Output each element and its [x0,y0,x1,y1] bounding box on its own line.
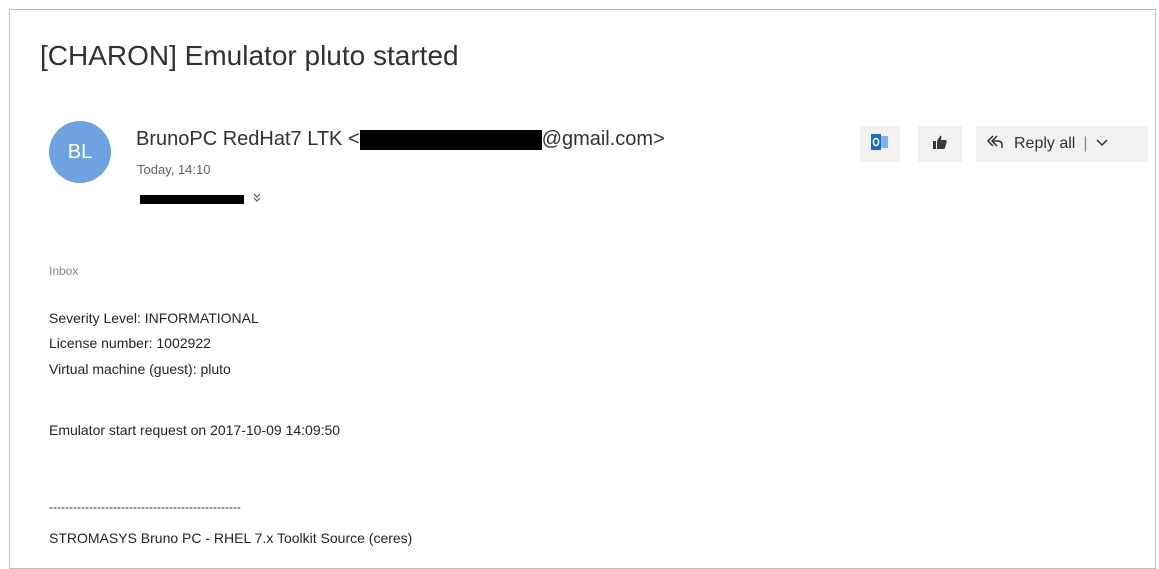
avatar-initials: BL [67,140,93,163]
redacted-recipient [140,194,244,204]
sender-line[interactable]: BrunoPC RedHat7 LTK < @gmail.com> [136,128,665,151]
chevron-down-icon[interactable] [1095,135,1108,153]
sender-domain: @gmail.com> [541,128,665,150]
sender-avatar[interactable]: BL [49,121,111,183]
body-severity: Severity Level: INFORMATIONAL [49,310,259,326]
expand-recipients-icon[interactable] [252,193,262,205]
body-divider: ----------------------------------------… [49,500,241,514]
thumbs-up-icon [932,134,948,155]
body-vm: Virtual machine (guest): pluto [49,361,231,377]
recipient-line[interactable] [140,193,262,205]
sent-time: Today, 14:10 [137,162,211,177]
sender-name: BrunoPC RedHat7 LTK < [136,128,360,150]
reply-all-button[interactable]: Reply all | [976,126,1148,162]
open-in-outlook-button[interactable] [860,126,900,162]
outlook-icon [871,133,889,155]
message-frame [9,9,1156,569]
body-footer: STROMASYS Bruno PC - RHEL 7.x Toolkit So… [49,530,413,546]
folder-label[interactable]: Inbox [49,264,78,278]
reply-all-label: Reply all [1014,135,1076,152]
body-license: License number: 1002922 [49,335,211,351]
redacted-email [359,129,542,150]
reply-all-icon [986,133,1004,156]
email-subject: [CHARON] Emulator pluto started [40,40,459,71]
body-start-request: Emulator start request on 2017-10-09 14:… [49,422,341,438]
button-separator: | [1083,135,1088,152]
like-button[interactable] [918,126,962,162]
